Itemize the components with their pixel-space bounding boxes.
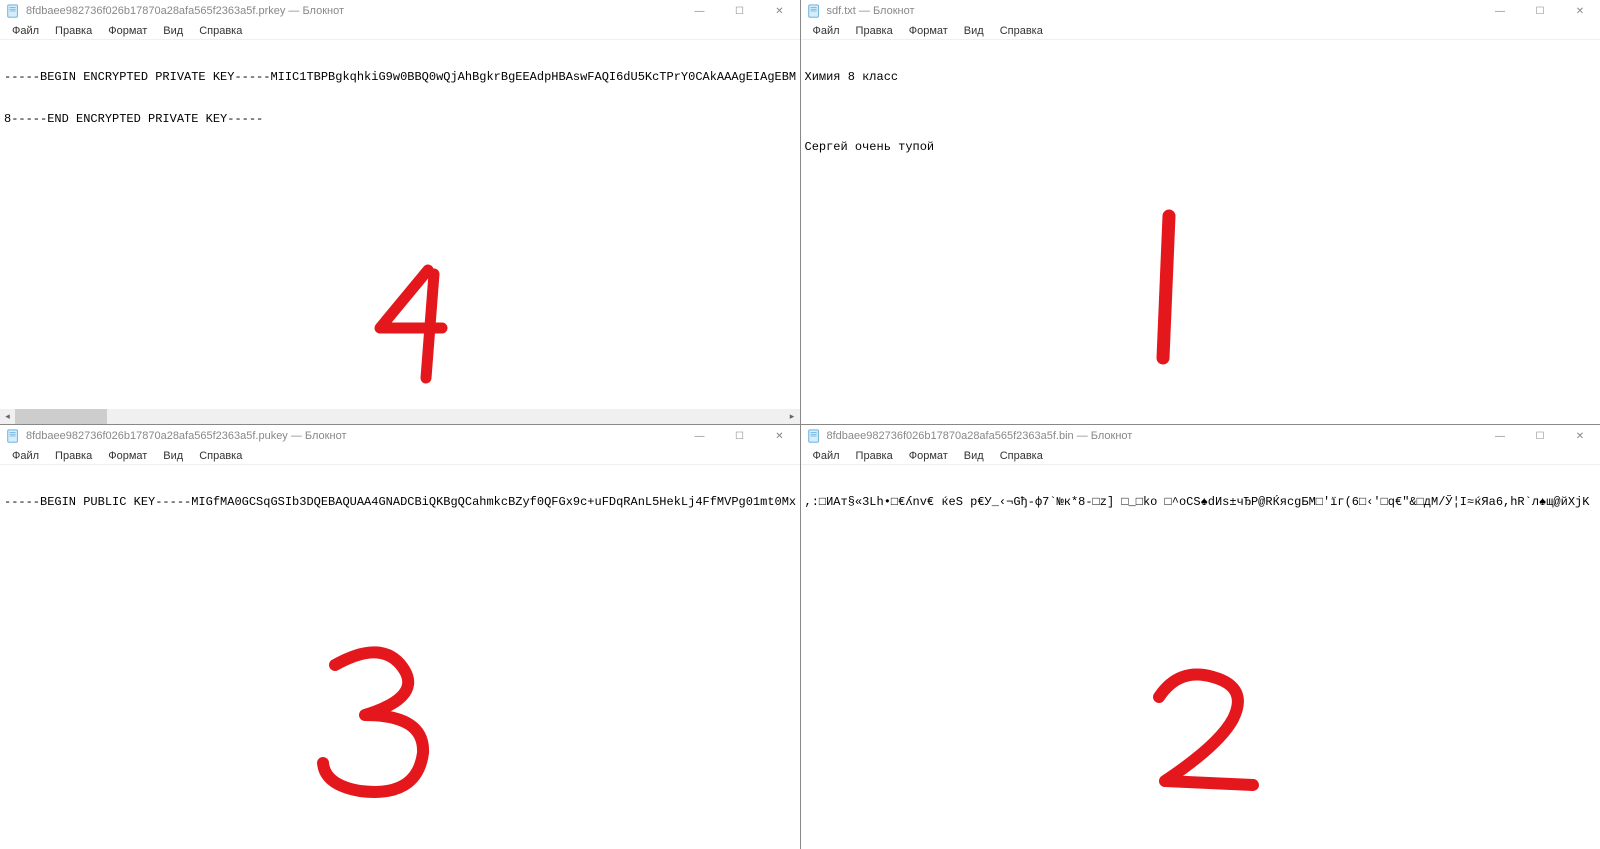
titlebar[interactable]: 8fdbaee982736f026b17870a28afa565f2363a5f… (0, 425, 800, 447)
text-line: -----BEGIN PUBLIC KEY-----MIGfMA0GCSqGSI… (4, 495, 796, 509)
menu-file[interactable]: Файл (805, 449, 848, 463)
menu-view[interactable]: Вид (155, 24, 191, 38)
window-controls: — ☐ ✕ (1480, 0, 1600, 22)
menu-format[interactable]: Формат (901, 24, 956, 38)
minimize-button[interactable]: — (680, 0, 720, 22)
menubar: Файл Правка Формат Вид Справка (801, 22, 1600, 40)
scroll-thumb[interactable] (15, 409, 107, 424)
menubar: Файл Правка Формат Вид Справка (0, 22, 800, 40)
horizontal-scrollbar[interactable]: ◂ ▸ (0, 409, 800, 424)
notepad-window-top-left: 8fdbaee982736f026b17870a28afa565f2363a5f… (0, 0, 800, 424)
window-controls: — ☐ ✕ (1480, 425, 1600, 447)
notepad-app-icon (6, 429, 20, 443)
text-line: Химия 8 класс (805, 70, 1597, 84)
menu-help[interactable]: Справка (992, 449, 1051, 463)
menu-format[interactable]: Формат (100, 449, 155, 463)
text-area[interactable]: ,:□ИАт§«3Lh•□€ʎnv€ ќеS p€У_‹¬Gђ-ф7`№к*8-… (801, 465, 1600, 849)
maximize-button[interactable]: ☐ (1520, 0, 1560, 22)
menu-file[interactable]: Файл (805, 24, 848, 38)
notepad-window-bottom-left: 8fdbaee982736f026b17870a28afa565f2363a5f… (0, 425, 800, 849)
notepad-app-icon (807, 429, 821, 443)
menu-format[interactable]: Формат (100, 24, 155, 38)
notepad-window-top-right: sdf.txt — Блокнот — ☐ ✕ Файл Правка Форм… (801, 0, 1600, 424)
menu-view[interactable]: Вид (155, 449, 191, 463)
maximize-button[interactable]: ☐ (720, 0, 760, 22)
menu-edit[interactable]: Правка (848, 24, 901, 38)
menubar: Файл Правка Формат Вид Справка (0, 447, 800, 465)
close-button[interactable]: ✕ (1560, 425, 1600, 447)
titlebar[interactable]: sdf.txt — Блокнот — ☐ ✕ (801, 0, 1600, 22)
maximize-button[interactable]: ☐ (720, 425, 760, 447)
scroll-left-button[interactable]: ◂ (0, 409, 15, 424)
close-button[interactable]: ✕ (760, 0, 800, 22)
notepad-app-icon (807, 4, 821, 18)
maximize-button[interactable]: ☐ (1520, 425, 1560, 447)
titlebar[interactable]: 8fdbaee982736f026b17870a28afa565f2363a5f… (801, 425, 1600, 447)
menu-view[interactable]: Вид (956, 24, 992, 38)
menubar: Файл Правка Формат Вид Справка (801, 447, 1600, 465)
minimize-button[interactable]: — (680, 425, 720, 447)
menu-edit[interactable]: Правка (47, 24, 100, 38)
titlebar[interactable]: 8fdbaee982736f026b17870a28afa565f2363a5f… (0, 0, 800, 22)
text-area[interactable]: Химия 8 класс Сергей очень тупой (801, 40, 1600, 424)
notepad-window-bottom-right: 8fdbaee982736f026b17870a28afa565f2363a5f… (801, 425, 1600, 849)
menu-help[interactable]: Справка (191, 449, 250, 463)
close-button[interactable]: ✕ (1560, 0, 1600, 22)
scroll-track[interactable] (15, 409, 785, 424)
window-controls: — ☐ ✕ (680, 425, 800, 447)
handwritten-annotation-1 (1141, 180, 1201, 340)
text-area[interactable]: -----BEGIN ENCRYPTED PRIVATE KEY-----MII… (0, 40, 800, 409)
notepad-app-icon (6, 4, 20, 18)
menu-edit[interactable]: Правка (848, 449, 901, 463)
minimize-button[interactable]: — (1480, 425, 1520, 447)
text-line: Сергей очень тупой (805, 140, 1597, 154)
menu-help[interactable]: Справка (992, 24, 1051, 38)
window-title: 8fdbaee982736f026b17870a28afa565f2363a5f… (26, 430, 346, 442)
text-line: -----BEGIN ENCRYPTED PRIVATE KEY-----MII… (4, 70, 796, 84)
text-area[interactable]: -----BEGIN PUBLIC KEY-----MIGfMA0GCSqGSI… (0, 465, 800, 849)
text-line: ,:□ИАт§«3Lh•□€ʎnv€ ќеS p€У_‹¬Gђ-ф7`№к*8-… (805, 495, 1597, 509)
menu-help[interactable]: Справка (191, 24, 250, 38)
window-title: 8fdbaee982736f026b17870a28afa565f2363a5f… (26, 5, 344, 17)
scroll-right-button[interactable]: ▸ (785, 409, 800, 424)
handwritten-annotation-3 (305, 615, 445, 775)
handwritten-annotation-2 (1131, 635, 1271, 785)
text-line: 8-----END ENCRYPTED PRIVATE KEY----- (4, 112, 796, 126)
handwritten-annotation-4 (350, 230, 470, 360)
menu-format[interactable]: Формат (901, 449, 956, 463)
menu-edit[interactable]: Правка (47, 449, 100, 463)
menu-view[interactable]: Вид (956, 449, 992, 463)
close-button[interactable]: ✕ (760, 425, 800, 447)
menu-file[interactable]: Файл (4, 449, 47, 463)
menu-file[interactable]: Файл (4, 24, 47, 38)
minimize-button[interactable]: — (1480, 0, 1520, 22)
window-title: sdf.txt — Блокнот (827, 5, 915, 17)
window-controls: — ☐ ✕ (680, 0, 800, 22)
window-title: 8fdbaee982736f026b17870a28afa565f2363a5f… (827, 430, 1133, 442)
